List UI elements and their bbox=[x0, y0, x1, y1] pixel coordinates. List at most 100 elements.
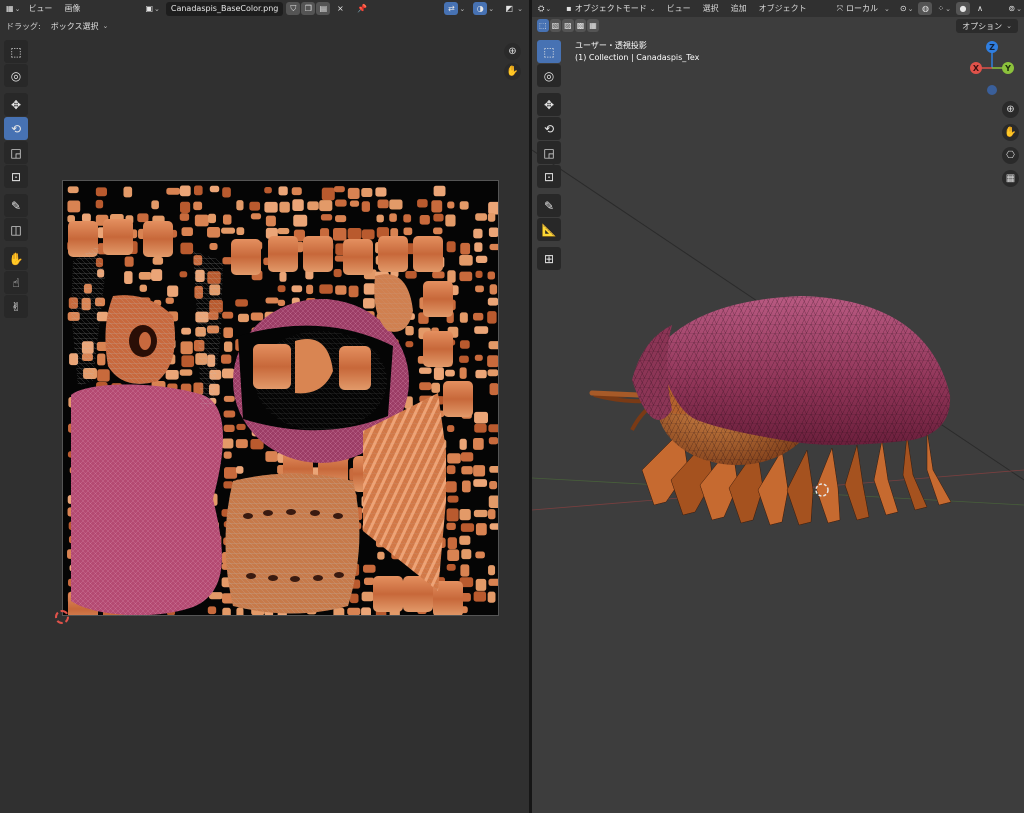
cursor-tool[interactable]: ◎ bbox=[537, 64, 561, 87]
move-tool[interactable]: ✥ bbox=[537, 93, 561, 116]
uv-island bbox=[81, 213, 91, 222]
select-extend-button[interactable]: ▧ bbox=[549, 18, 562, 32]
chevron-down-icon[interactable]: ⌄ bbox=[517, 5, 523, 13]
chevron-down-icon[interactable]: ⌄ bbox=[488, 5, 494, 13]
select-box-tool[interactable]: ⬚ bbox=[537, 40, 561, 63]
pinch-icon: ✌ bbox=[10, 299, 22, 314]
drag-mode-dropdown[interactable]: ボックス選択 ⌄ bbox=[45, 19, 114, 33]
transform-orientation-dropdown[interactable]: ⤧ ローカル ⌄ bbox=[831, 2, 895, 15]
uv-island bbox=[361, 229, 375, 240]
options-dropdown[interactable]: オプション ⌄ bbox=[956, 19, 1018, 33]
select-new-button[interactable]: ⬚ bbox=[537, 18, 549, 32]
2d-cursor[interactable] bbox=[55, 610, 69, 624]
annotate-icon: ✎ bbox=[543, 198, 555, 213]
pin-button[interactable]: 📌 bbox=[355, 2, 369, 15]
grid-snap-icon: ⁘ bbox=[937, 4, 945, 13]
transform-icon: ⊡ bbox=[543, 169, 555, 184]
gizmo-neg-z[interactable] bbox=[987, 85, 997, 95]
menu-image[interactable]: 画像 bbox=[58, 3, 86, 14]
uv-island bbox=[489, 523, 498, 530]
menu-add[interactable]: 追加 bbox=[725, 3, 753, 14]
display-channels-button[interactable]: ◩ bbox=[502, 2, 516, 15]
uv-island bbox=[95, 187, 107, 197]
uv-sculpt-tool[interactable]: ◫ bbox=[4, 218, 28, 241]
duplicate-icon: ❐ bbox=[304, 4, 312, 13]
fake-user-button[interactable]: ⛉ bbox=[286, 2, 301, 15]
chevron-down-icon: ⌄ bbox=[1006, 22, 1012, 30]
scale-tool[interactable]: ◲ bbox=[537, 141, 561, 164]
uv-sync-button[interactable]: ⇄ bbox=[444, 2, 459, 15]
uv-island bbox=[335, 215, 347, 223]
pan-button[interactable]: ✋ bbox=[1002, 124, 1019, 141]
select-box-tool[interactable]: ⬚ bbox=[4, 40, 28, 63]
measure-tool[interactable]: 📐 bbox=[537, 218, 561, 241]
editor-type-button[interactable]: ▦ ⌄ bbox=[4, 2, 22, 15]
transform-tool[interactable]: ⊡ bbox=[537, 165, 561, 188]
3d-viewport[interactable]: ⛭ ⌄ ▪ オブジェクトモード ⌄ ビュー 選択 追加 オブジェクト ⤧ ローカル… bbox=[532, 0, 1024, 813]
cursor-tool[interactable]: ◎ bbox=[4, 64, 28, 87]
rotate-tool[interactable]: ⟲ bbox=[4, 117, 28, 140]
uv-island bbox=[405, 341, 414, 348]
image-name-field[interactable]: Canadaspis_BaseColor.png bbox=[165, 1, 284, 16]
annotate-tool[interactable]: ✎ bbox=[537, 194, 561, 217]
grab-tool[interactable]: ✋ bbox=[4, 247, 28, 270]
uv-island bbox=[446, 564, 456, 571]
uv-island bbox=[236, 423, 246, 431]
uv-segment bbox=[303, 236, 333, 272]
add-cube-tool[interactable]: ⊞ bbox=[537, 247, 561, 270]
collection-info: (1) Collection | Canadaspis_Tex bbox=[575, 53, 700, 62]
visibility-button[interactable]: ⊚ ⌄ bbox=[1006, 2, 1024, 15]
open-image-button[interactable]: ▤ bbox=[316, 2, 331, 15]
snap-toggle[interactable]: ◍ bbox=[918, 2, 933, 15]
relax-tool[interactable]: ☝ bbox=[4, 271, 28, 294]
uv-island bbox=[223, 410, 236, 418]
viewport-scene bbox=[532, 149, 1024, 526]
camera-view-button[interactable]: ⎔ bbox=[1002, 147, 1019, 164]
uv-island bbox=[333, 269, 342, 278]
options-label: オプション bbox=[962, 21, 1003, 31]
overlays-button[interactable]: ◑ bbox=[473, 2, 488, 15]
uv-island bbox=[193, 201, 203, 211]
pinch-tool[interactable]: ✌ bbox=[4, 295, 28, 318]
image-browse-button[interactable]: ▣ ⌄ bbox=[143, 2, 161, 15]
annotate-icon: ✎ bbox=[10, 198, 22, 213]
move-tool[interactable]: ✥ bbox=[4, 93, 28, 116]
uv-texture-image[interactable] bbox=[62, 180, 499, 616]
pivot-button[interactable]: ⊙ ⌄ bbox=[898, 2, 916, 15]
menu-select[interactable]: 選択 bbox=[697, 3, 725, 14]
uv-island bbox=[333, 227, 347, 241]
proportional-edit-toggle[interactable]: ● bbox=[956, 2, 971, 15]
perspective-toggle[interactable]: ▦ bbox=[1002, 170, 1019, 187]
unlink-image-button[interactable]: × bbox=[333, 2, 347, 15]
uv-island bbox=[447, 453, 461, 464]
new-image-button[interactable]: ❐ bbox=[301, 2, 316, 15]
menu-view[interactable]: ビュー bbox=[661, 3, 697, 14]
image-icon: ▣ bbox=[145, 4, 153, 13]
zoom-button[interactable]: ⊕ bbox=[1002, 101, 1019, 118]
snap-target-button[interactable]: ⁘ ⌄ bbox=[935, 2, 953, 15]
uv-island bbox=[487, 213, 496, 222]
close-icon: × bbox=[337, 4, 344, 13]
select-intersect-button[interactable]: ▦ bbox=[587, 18, 599, 32]
uv-island bbox=[405, 326, 414, 336]
uv-island bbox=[306, 284, 314, 295]
pan-button[interactable]: ✋ bbox=[504, 63, 521, 80]
select-invert-button[interactable]: ▩ bbox=[574, 18, 587, 32]
navigation-gizmo[interactable]: Z X Y bbox=[964, 38, 1024, 98]
editor-type-button[interactable]: ⛭ ⌄ bbox=[536, 2, 553, 15]
folder-icon: ▤ bbox=[319, 4, 328, 13]
menu-view[interactable]: ビュー bbox=[22, 3, 58, 14]
rotate-tool[interactable]: ⟲ bbox=[537, 117, 561, 140]
uv-island bbox=[489, 243, 498, 251]
annotate-tool[interactable]: ✎ bbox=[4, 194, 28, 217]
zoom-button[interactable]: ⊕ bbox=[504, 43, 521, 60]
select-subtract-button[interactable]: ▨ bbox=[562, 18, 574, 32]
scale-tool[interactable]: ◲ bbox=[4, 141, 28, 164]
mode-dropdown[interactable]: ▪ オブジェクトモード ⌄ bbox=[561, 2, 661, 15]
menu-object[interactable]: オブジェクト bbox=[753, 3, 813, 14]
chevron-down-icon[interactable]: ⌄ bbox=[459, 5, 465, 13]
uv-island bbox=[487, 509, 496, 520]
transform-tool[interactable]: ⊡ bbox=[4, 165, 28, 188]
uv-island bbox=[67, 200, 81, 213]
falloff-button[interactable]: ∧ bbox=[973, 2, 987, 15]
